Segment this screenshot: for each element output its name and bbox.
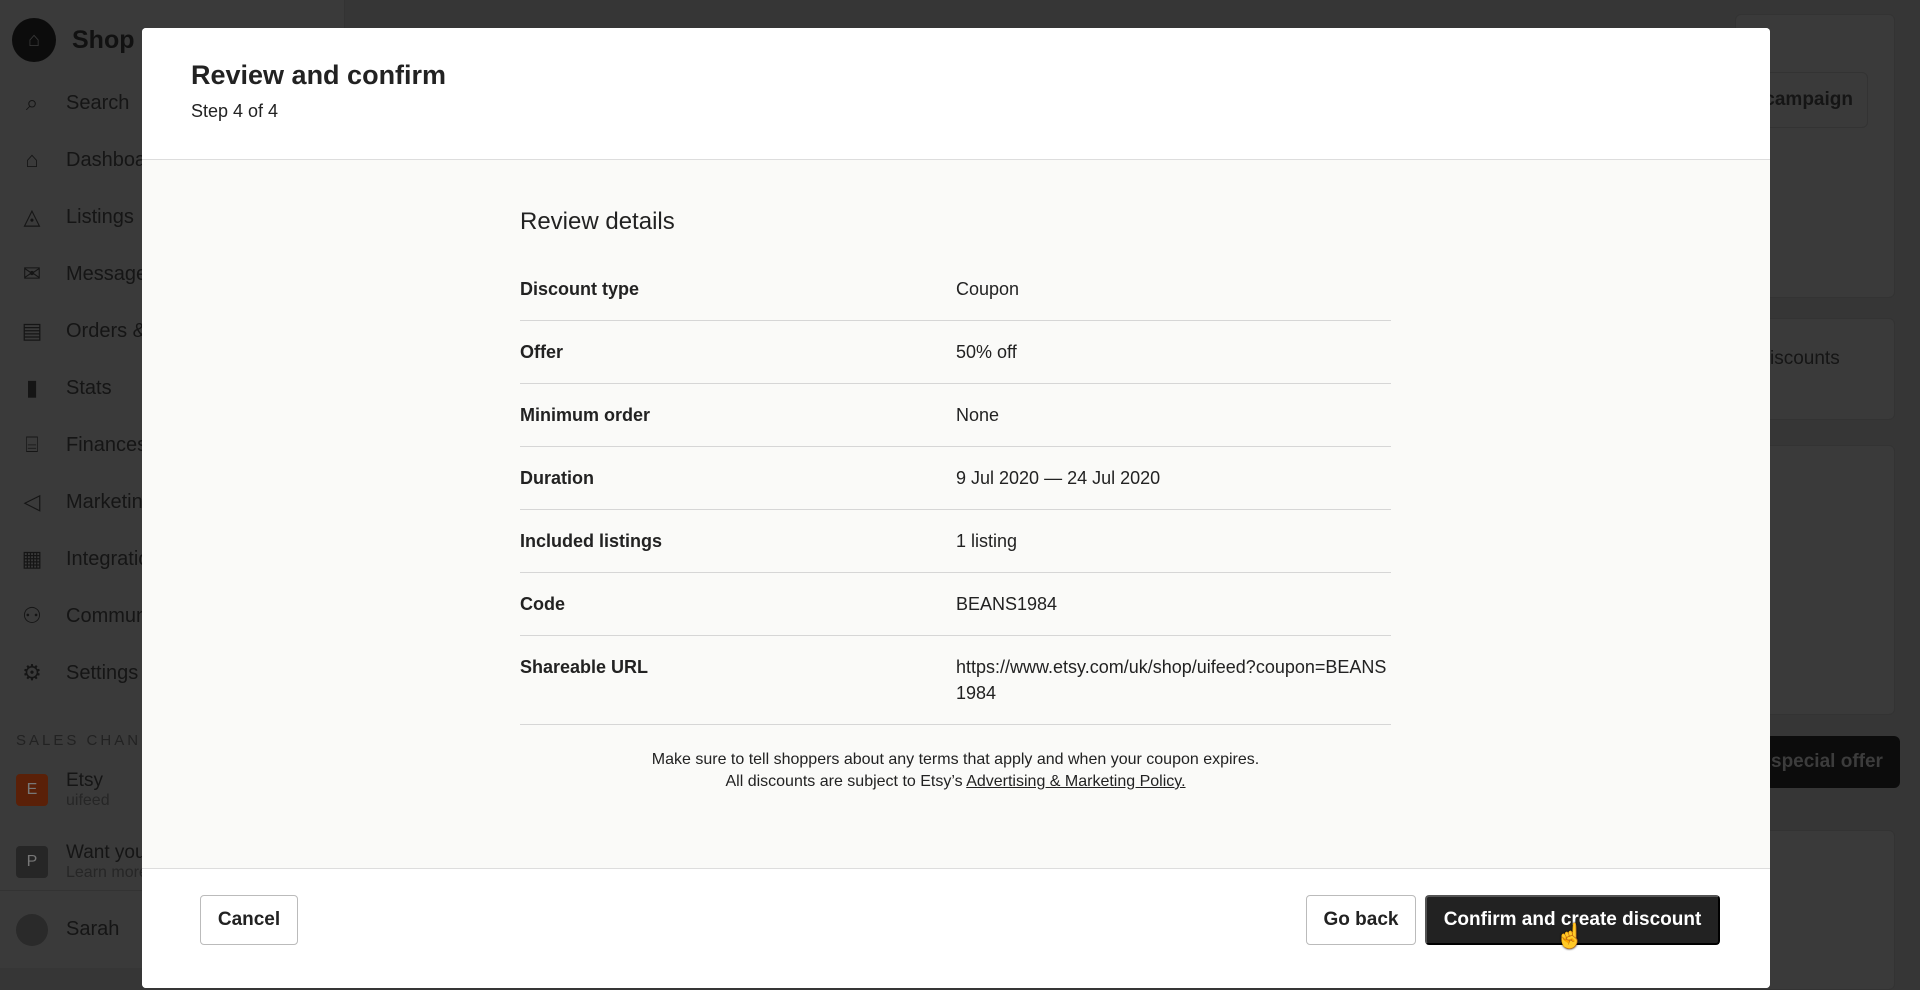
terms-note: Make sure to tell shoppers about any ter… xyxy=(520,749,1391,793)
modal-title: Review and confirm xyxy=(191,60,447,90)
sidebar-item-messages[interactable]: ✉ Messages xyxy=(16,261,157,287)
note-line: Make sure to tell shoppers about any ter… xyxy=(651,751,1260,768)
modal-header: Review and confirm Step 4 of 4 xyxy=(142,28,1770,160)
home-icon: ⌂ xyxy=(25,147,39,172)
detail-row: Code BEANS1984 xyxy=(520,573,1391,636)
sidebar-item-listings[interactable]: ◬ Listings xyxy=(16,204,134,230)
detail-row: Discount type Coupon xyxy=(520,258,1391,321)
detail-label: Duration xyxy=(520,468,594,488)
hand-cursor-icon: ☝ xyxy=(1555,923,1585,950)
discounts-text: iscounts xyxy=(1770,348,1840,369)
policy-link[interactable]: Advertising & Marketing Policy. xyxy=(966,773,1185,790)
detail-label: Shareable URL xyxy=(520,657,649,677)
bank-icon: ⌸ xyxy=(25,432,39,457)
pattern-icon: P xyxy=(16,846,48,878)
detail-row: Duration 9 Jul 2020 — 24 Jul 2020 xyxy=(520,447,1391,510)
detail-row: Shareable URL https://www.etsy.com/uk/sho… xyxy=(520,636,1391,725)
shop-logo-icon: ⌂ xyxy=(12,18,56,62)
go-back-button[interactable]: Go back xyxy=(1306,895,1416,945)
note-line: All discounts are subject to Etsy’s xyxy=(725,773,963,790)
sidebar-item-label: Search xyxy=(66,91,130,114)
etsy-icon: E xyxy=(16,774,48,806)
review-details: Review details Discount type Coupon Offer 5… xyxy=(520,208,1391,793)
bar-chart-icon: ▮ xyxy=(25,375,39,400)
gear-icon: ⚙ xyxy=(22,660,42,685)
detail-label: Minimum order xyxy=(520,405,651,425)
detail-value: 9 Jul 2020 — 24 Jul 2020 xyxy=(956,468,1161,488)
create-special-offer-button[interactable]: special offer xyxy=(1765,736,1900,788)
detail-label: Code xyxy=(520,594,565,614)
shapes-icon: ◬ xyxy=(23,204,41,229)
sidebar-item-finances[interactable]: ⌸ Finances xyxy=(16,432,147,458)
user-name: Sarah xyxy=(66,918,120,940)
sidebar-item-stats[interactable]: ▮ Stats xyxy=(16,375,112,401)
detail-label: Included listings xyxy=(520,531,663,551)
search-icon: ⌕ xyxy=(25,90,39,115)
mail-icon: ✉ xyxy=(22,261,42,286)
sidebar-item-label: Settings xyxy=(66,661,139,684)
detail-value: None xyxy=(956,405,1000,425)
detail-label: Offer xyxy=(520,342,564,362)
channel-etsy[interactable]: E Etsy uifeed xyxy=(16,770,110,810)
detail-value: BEANS1984 xyxy=(956,594,1058,614)
detail-row: Offer 50% off xyxy=(520,321,1391,384)
detail-value: Coupon xyxy=(956,279,1020,299)
sidebar-item-marketing[interactable]: ◁ Marketing xyxy=(16,489,154,515)
step-indicator: Step 4 of 4 xyxy=(191,101,279,121)
cancel-button[interactable]: Cancel xyxy=(200,895,298,945)
detail-value: https://www.etsy.com/uk/shop/uifeed?coup… xyxy=(956,657,1387,703)
modal-footer: Cancel Go back Confirm and create discou… xyxy=(142,868,1770,988)
sidebar-item-label: Stats xyxy=(66,376,112,399)
detail-row: Included listings 1 listing xyxy=(520,510,1391,573)
review-confirm-modal: Review and confirm Step 4 of 4 Review de… xyxy=(142,28,1770,988)
sidebar-item-label: Listings xyxy=(66,205,134,228)
grid-icon: ▦ xyxy=(21,546,43,571)
detail-row: Minimum order None xyxy=(520,384,1391,447)
sidebar-item-settings[interactable]: ⚙ Settings xyxy=(16,660,138,686)
clipboard-icon: ▤ xyxy=(21,318,43,343)
megaphone-icon: ◁ xyxy=(23,489,41,514)
people-icon: ⚇ xyxy=(22,603,42,628)
channel-sub: uifeed xyxy=(66,792,110,809)
sidebar-item-label: Finances xyxy=(66,433,148,456)
section-title: Review details xyxy=(520,208,675,235)
detail-label: Discount type xyxy=(520,279,640,299)
detail-value: 50% off xyxy=(956,342,1017,362)
avatar xyxy=(16,913,48,946)
channel-name: Etsy xyxy=(66,770,103,791)
sidebar-item-label: Marketing xyxy=(66,490,154,513)
sidebar-item-search[interactable]: ⌕ Search xyxy=(16,90,130,116)
detail-value: 1 listing xyxy=(956,531,1018,551)
